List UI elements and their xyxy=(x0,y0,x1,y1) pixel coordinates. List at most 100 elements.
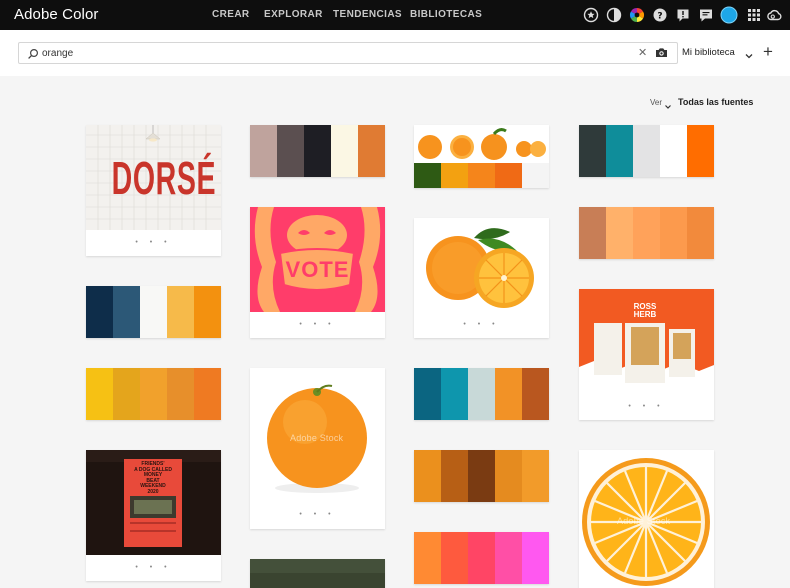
color-swatch xyxy=(167,286,194,338)
color-swatch xyxy=(277,125,304,177)
card-image xyxy=(414,218,549,312)
palette-card[interactable] xyxy=(86,286,221,338)
creative-cloud-icon[interactable] xyxy=(766,7,782,23)
color-swatch xyxy=(495,368,522,420)
search-icon xyxy=(27,47,39,59)
color-swatch xyxy=(522,368,549,420)
color-swatch xyxy=(414,532,441,584)
color-swatch xyxy=(194,286,221,338)
color-swatch xyxy=(140,286,167,338)
color-swatch xyxy=(194,368,221,420)
color-swatch xyxy=(441,532,468,584)
color-swatch xyxy=(468,163,495,188)
card-menu-dots[interactable]: • • • xyxy=(579,403,714,410)
color-swatch xyxy=(441,450,468,502)
color-swatch xyxy=(441,368,468,420)
color-swatch xyxy=(633,207,660,259)
color-swatch xyxy=(522,450,549,502)
card-menu-dots[interactable]: • • • xyxy=(86,564,221,571)
color-swatch xyxy=(414,450,441,502)
card-image xyxy=(414,125,549,163)
card-image-text: DORSÉ xyxy=(111,152,217,204)
palette-card[interactable] xyxy=(579,207,714,259)
color-swatch xyxy=(441,163,468,188)
color-swatch xyxy=(522,163,549,188)
palette-card[interactable] xyxy=(250,125,385,177)
color-swatch xyxy=(579,207,606,259)
color-swatch xyxy=(606,125,633,177)
color-swatch xyxy=(687,125,714,177)
theme-card-orange-slice[interactable]: Adobe Stock xyxy=(579,450,714,588)
avatar[interactable] xyxy=(720,6,738,24)
palette-card[interactable] xyxy=(414,368,549,420)
alert-icon[interactable] xyxy=(675,7,691,23)
package-text: ROSS HERB xyxy=(633,302,657,319)
color-swatch xyxy=(495,163,522,188)
card-menu-dots[interactable]: • • • xyxy=(86,239,221,246)
color-swatch xyxy=(660,207,687,259)
view-label[interactable]: Ver xyxy=(650,98,662,107)
palette-card[interactable] xyxy=(414,450,549,502)
color-swatch xyxy=(606,207,633,259)
chevron-down-icon[interactable] xyxy=(664,98,672,109)
apps-grid-icon[interactable] xyxy=(746,7,762,23)
color-swatch xyxy=(86,286,113,338)
color-swatch xyxy=(414,368,441,420)
app-logo[interactable]: Adobe Color xyxy=(14,6,99,23)
nav-crear[interactable]: CREAR xyxy=(212,9,250,20)
theme-card-orange[interactable]: Adobe Stock • • • xyxy=(250,368,385,529)
card-image xyxy=(250,559,385,588)
search-input[interactable] xyxy=(42,44,622,62)
add-button[interactable]: + xyxy=(763,42,773,62)
theme-card-dorse[interactable]: DORSÉ • • • xyxy=(86,125,221,256)
color-swatch xyxy=(167,368,194,420)
chevron-down-icon[interactable] xyxy=(744,48,754,59)
theme-card-vote[interactable]: VOTE • • • xyxy=(250,207,385,338)
moon-icon[interactable] xyxy=(606,7,622,23)
chat-icon[interactable] xyxy=(698,7,714,23)
theme-card-orange-slices[interactable] xyxy=(414,125,549,188)
color-swatch xyxy=(468,532,495,584)
card-menu-dots[interactable]: • • • xyxy=(250,321,385,328)
color-swatch xyxy=(113,368,140,420)
palette-card[interactable] xyxy=(579,125,714,177)
color-wheel-icon[interactable] xyxy=(629,7,645,23)
nav-tendencias[interactable]: TENDENCIAS xyxy=(333,9,402,20)
nav-explorar[interactable]: EXPLORAR xyxy=(264,9,323,20)
card-menu-dots[interactable]: • • • xyxy=(414,321,549,328)
palette-card[interactable] xyxy=(86,368,221,420)
color-swatch xyxy=(468,368,495,420)
poster-text: FRIENDS' A DOG CALLED MONEY BEAT WEEKEND… xyxy=(134,461,172,495)
color-swatch xyxy=(86,368,113,420)
color-swatch xyxy=(633,125,660,177)
color-swatch xyxy=(522,532,549,584)
color-swatch xyxy=(495,450,522,502)
star-icon[interactable] xyxy=(583,7,599,23)
color-swatch xyxy=(579,125,606,177)
svg-text:?: ? xyxy=(657,12,662,22)
palette-card[interactable] xyxy=(414,532,549,584)
clear-search-icon[interactable]: ✕ xyxy=(638,46,647,59)
color-swatch xyxy=(140,368,167,420)
color-swatch xyxy=(331,125,358,177)
color-swatch xyxy=(660,125,687,177)
card-menu-dots[interactable]: • • • xyxy=(250,511,385,518)
theme-card-orange-leaf[interactable]: • • • xyxy=(414,218,549,338)
color-swatch xyxy=(414,163,441,188)
help-icon[interactable]: ? xyxy=(652,7,668,23)
color-swatch xyxy=(358,125,385,177)
library-select[interactable]: Mi biblioteca xyxy=(682,47,735,58)
camera-icon[interactable] xyxy=(655,46,668,59)
color-swatch xyxy=(250,125,277,177)
sources-filter[interactable]: Todas las fuentes xyxy=(678,97,753,107)
nav-bibliotecas[interactable]: BIBLIOTECAS xyxy=(410,9,482,20)
theme-card-packaging[interactable]: ROSS HERB • • • xyxy=(579,289,714,420)
color-swatch xyxy=(468,450,495,502)
theme-card-poster[interactable]: FRIENDS' A DOG CALLED MONEY BEAT WEEKEND… xyxy=(86,450,221,581)
card-image-text: VOTE xyxy=(285,257,350,282)
theme-card-partial[interactable] xyxy=(250,559,385,588)
color-swatch xyxy=(687,207,714,259)
watermark: Adobe Stock xyxy=(290,433,344,443)
card-palette xyxy=(414,163,549,188)
color-swatch xyxy=(304,125,331,177)
